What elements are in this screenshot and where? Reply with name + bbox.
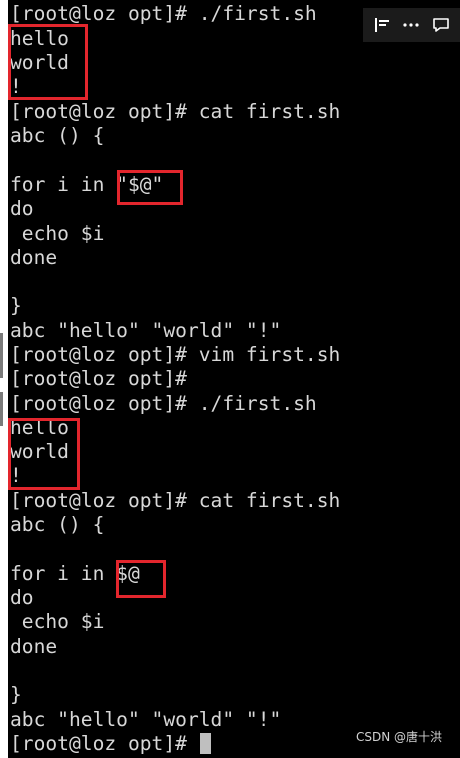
terminal-prompt: [root@loz opt]# <box>10 732 199 755</box>
terminal-line: [root@loz opt]# cat first.sh <box>10 100 341 123</box>
selection-marker <box>0 392 3 426</box>
terminal-line: do <box>10 586 34 609</box>
terminal-line: world <box>10 51 69 74</box>
terminal-line: done <box>10 246 58 269</box>
selection-marker <box>0 333 3 378</box>
terminal-line: abc "hello" "world" "!" <box>10 708 282 731</box>
terminal-line: abc () { <box>10 124 105 147</box>
terminal-line: } <box>10 294 22 317</box>
terminal-line: ! <box>10 75 22 98</box>
terminal-line: done <box>10 635 58 658</box>
terminal-line: for i in "$@" <box>10 173 164 196</box>
terminal-line: [root@loz opt]# ./first.sh <box>10 2 317 25</box>
terminal-line: abc "hello" "world" "!" <box>10 319 282 342</box>
terminal-line: [root@loz opt]# ./first.sh <box>10 392 317 415</box>
comment-icon[interactable] <box>428 12 454 38</box>
terminal-line: abc () { <box>10 513 105 536</box>
floating-toolbar <box>363 8 460 42</box>
terminal-window[interactable]: [root@loz opt]# ./first.sh hello world !… <box>8 0 460 758</box>
terminal-line: hello <box>10 27 69 50</box>
screenshot: [root@loz opt]# ./first.sh hello world !… <box>0 0 460 758</box>
watermark: CSDN @唐十洪 <box>355 730 442 744</box>
terminal-cursor <box>199 733 211 754</box>
align-left-icon[interactable] <box>369 12 395 38</box>
terminal-line: do <box>10 197 34 220</box>
terminal-line: [root@loz opt]# cat first.sh <box>10 489 341 512</box>
terminal-line: echo $i <box>10 610 105 633</box>
terminal-line: hello <box>10 416 69 439</box>
more-icon[interactable] <box>398 12 424 38</box>
terminal-line: } <box>10 683 22 706</box>
terminal-line: for i in $@ <box>10 562 140 585</box>
terminal-line: echo $i <box>10 222 105 245</box>
terminal-line: world <box>10 440 69 463</box>
terminal-prompt-line: [root@loz opt]# <box>10 732 211 756</box>
terminal-line: [root@loz opt]# vim first.sh <box>10 343 341 366</box>
terminal-line: ! <box>10 464 22 487</box>
terminal-line: [root@loz opt]# <box>10 367 187 390</box>
